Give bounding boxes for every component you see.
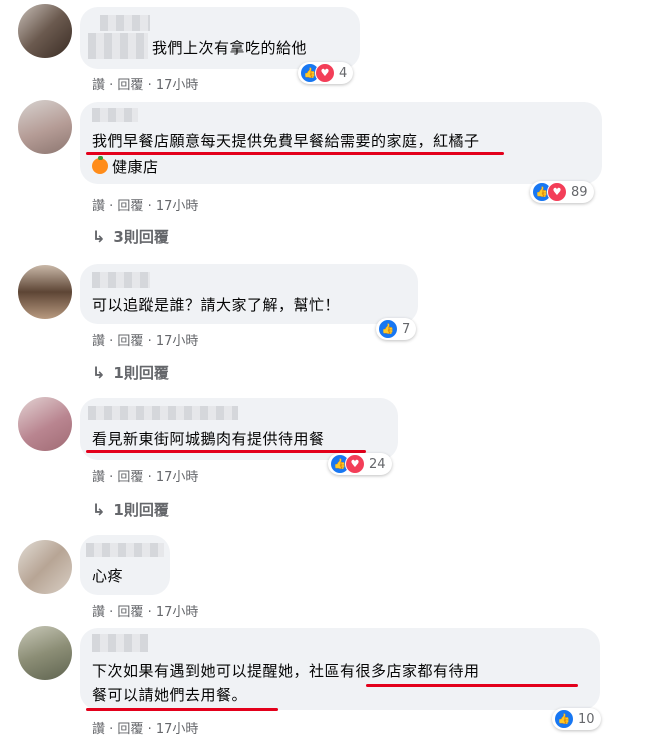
reply-link[interactable]: 回覆 xyxy=(117,470,143,485)
like-link[interactable]: 讚 xyxy=(92,470,105,485)
blurred-name xyxy=(92,272,150,288)
comment-text-part: 健康店 xyxy=(112,158,159,176)
comment-bubble: 我們上次有拿吃的給他 xyxy=(80,7,360,69)
comment-bubble: 心疼 xyxy=(80,535,170,595)
like-icon: 👍 xyxy=(554,709,574,729)
comment-bubble: 我們早餐店願意每天提供免費早餐給需要的家庭，紅橘子 健康店 xyxy=(80,102,602,184)
comment-meta: 讚 · 回覆 · 17小時 xyxy=(92,74,198,93)
comment-bubble: 下次如果有遇到她可以提醒她，社區有很多店家都有待用 餐可以請她們去用餐。 xyxy=(80,628,600,710)
blurred-name xyxy=(92,108,138,122)
comment-text: 看見新東街阿城鵝肉有提供待用餐 xyxy=(92,430,325,448)
love-icon: ♥ xyxy=(345,454,365,474)
love-icon: ♥ xyxy=(547,182,567,202)
reaction-count: 7 xyxy=(402,321,411,337)
like-link[interactable]: 讚 xyxy=(92,78,105,93)
reply-arrow-icon: ↳ xyxy=(92,227,106,246)
view-replies-button[interactable]: ↳ 1則回覆 xyxy=(92,499,169,520)
avatar[interactable] xyxy=(18,540,72,594)
reaction-count: 4 xyxy=(339,65,348,81)
timestamp-link[interactable]: 17小時 xyxy=(156,605,199,620)
like-link[interactable]: 讚 xyxy=(92,334,105,349)
separator: · xyxy=(105,199,118,214)
reaction-summary[interactable]: 👍 ♥ 4 xyxy=(298,62,354,84)
highlight-underline xyxy=(86,152,504,155)
comment-meta: 讚 · 回覆 · 17小時 xyxy=(92,195,198,214)
reply-link[interactable]: 回覆 xyxy=(117,605,143,620)
separator: · xyxy=(143,78,156,93)
replies-label: 3則回覆 xyxy=(113,228,169,246)
reply-link[interactable]: 回覆 xyxy=(117,199,143,214)
orange-emoji-icon xyxy=(92,156,108,174)
timestamp-link[interactable]: 17小時 xyxy=(156,470,199,485)
separator: · xyxy=(105,605,118,620)
timestamp-link[interactable]: 17小時 xyxy=(156,78,199,93)
comment-meta: 讚 · 回覆 · 17小時 xyxy=(92,601,198,620)
reaction-count: 89 xyxy=(571,184,588,200)
blurred-name xyxy=(86,543,164,557)
comment-meta: 讚 · 回覆 · 17小時 xyxy=(92,466,198,485)
view-replies-button[interactable]: ↳ 1則回覆 xyxy=(92,362,169,383)
avatar[interactable] xyxy=(18,100,72,154)
like-icon: 👍 xyxy=(378,319,398,339)
reaction-summary[interactable]: 👍 ♥ 89 xyxy=(530,181,594,203)
avatar[interactable] xyxy=(18,626,72,680)
replies-label: 1則回覆 xyxy=(113,501,169,519)
highlight-underline xyxy=(86,450,366,453)
view-replies-button[interactable]: ↳ 3則回覆 xyxy=(92,226,169,247)
comment-text: 我們上次有拿吃的給他 xyxy=(152,39,308,57)
comment-meta: 讚 · 回覆 · 17小時 xyxy=(92,330,198,349)
comment-text-line2: 健康店 xyxy=(92,154,159,180)
separator: · xyxy=(143,334,156,349)
avatar[interactable] xyxy=(18,265,72,319)
avatar[interactable] xyxy=(18,4,72,58)
reply-link[interactable]: 回覆 xyxy=(117,722,143,737)
reaction-summary[interactable]: 👍 ♥ 24 xyxy=(328,453,392,475)
timestamp-link[interactable]: 17小時 xyxy=(156,722,199,737)
separator: · xyxy=(143,470,156,485)
reaction-count: 24 xyxy=(369,456,386,472)
separator: · xyxy=(143,605,156,620)
separator: · xyxy=(143,199,156,214)
separator: · xyxy=(105,470,118,485)
reply-arrow-icon: ↳ xyxy=(92,500,106,519)
reply-link[interactable]: 回覆 xyxy=(117,78,143,93)
comment-text: 心疼 xyxy=(92,567,124,585)
comment-text: 下次如果有遇到她可以提醒她，社區有很多店家都有待用 xyxy=(92,662,480,680)
timestamp-link[interactable]: 17小時 xyxy=(156,199,199,214)
reaction-count: 10 xyxy=(578,711,595,727)
reaction-summary[interactable]: 👍 10 xyxy=(552,708,601,730)
blurred-name xyxy=(88,33,148,59)
blurred-name xyxy=(88,406,238,420)
reply-arrow-icon: ↳ xyxy=(92,363,106,382)
timestamp-link[interactable]: 17小時 xyxy=(156,334,199,349)
highlight-underline xyxy=(366,684,578,687)
blurred-name xyxy=(100,15,150,31)
comment-bubble: 可以追蹤是誰？請大家了解，幫忙！ xyxy=(80,264,418,324)
replies-label: 1則回覆 xyxy=(113,364,169,382)
reaction-summary[interactable]: 👍 7 xyxy=(376,318,417,340)
separator: · xyxy=(143,722,156,737)
like-link[interactable]: 讚 xyxy=(92,722,105,737)
separator: · xyxy=(105,334,118,349)
comment-text: 我們早餐店願意每天提供免費早餐給需要的家庭，紅橘子 xyxy=(92,132,480,150)
separator: · xyxy=(105,78,118,93)
like-link[interactable]: 讚 xyxy=(92,605,105,620)
avatar[interactable] xyxy=(18,397,72,451)
blurred-name xyxy=(92,634,148,652)
comment-meta: 讚 · 回覆 · 17小時 xyxy=(92,718,198,737)
highlight-underline xyxy=(86,708,278,711)
love-icon: ♥ xyxy=(315,63,335,83)
like-link[interactable]: 讚 xyxy=(92,199,105,214)
separator: · xyxy=(105,722,118,737)
comment-text: 可以追蹤是誰？請大家了解，幫忙！ xyxy=(92,296,341,314)
reply-link[interactable]: 回覆 xyxy=(117,334,143,349)
comment-text-line2: 餐可以請她們去用餐。 xyxy=(92,686,248,704)
